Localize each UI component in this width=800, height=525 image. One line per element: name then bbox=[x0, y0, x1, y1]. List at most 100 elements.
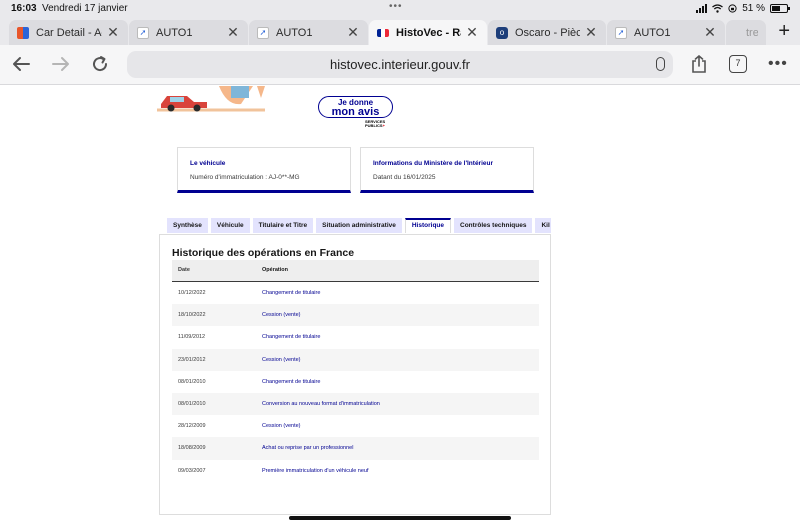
services-publics-logo: SERVICES PUBLICS+ bbox=[365, 119, 386, 128]
table-header: Date Opération bbox=[172, 260, 539, 282]
ministry-card-title: Informations du Ministère de l'Intérieur bbox=[373, 160, 494, 167]
wifi-icon bbox=[712, 4, 724, 13]
car-illustration bbox=[157, 86, 265, 113]
row-operation: Changement de titulaire bbox=[262, 378, 321, 385]
row-operation: Changement de titulaire bbox=[262, 290, 321, 296]
registration-number: Numéro d'immatriculation : AJ-0**-MG bbox=[190, 174, 300, 181]
table-row: 08/01/2010 Changement de titulaire bbox=[172, 371, 539, 393]
home-indicator[interactable] bbox=[289, 516, 511, 520]
flag-fr-icon bbox=[377, 28, 389, 37]
microphone-icon[interactable] bbox=[656, 57, 665, 71]
table-row: 11/09/2012 Changement de titulaire bbox=[172, 326, 539, 348]
history-title: Historique des opérations en France bbox=[172, 247, 355, 259]
tab-title: Oscaro - Pièce bbox=[515, 26, 580, 39]
browser-tab-oscaro[interactable]: o Oscaro - Pièce ✕ bbox=[488, 20, 606, 45]
forward-arrow-icon[interactable] bbox=[52, 56, 70, 72]
row-operation: Achat ou reprise par un professionnel bbox=[262, 445, 354, 452]
auto1-icon: ➚ bbox=[615, 26, 627, 39]
auto1-icon: ➚ bbox=[137, 26, 149, 39]
signal-icon bbox=[696, 4, 708, 13]
close-tab-icon[interactable]: ✕ bbox=[106, 24, 120, 41]
tab-title: AUTO1 bbox=[156, 26, 193, 39]
grid-icon bbox=[17, 26, 29, 39]
row-date: 08/01/2010 bbox=[178, 400, 206, 407]
row-date: 09/03/2007 bbox=[178, 467, 206, 474]
new-tab-button[interactable]: + bbox=[778, 20, 790, 42]
row-operation: Cession (vente) bbox=[262, 312, 301, 319]
tab-kilometrage[interactable]: Kil bbox=[535, 218, 551, 233]
close-tab-icon[interactable]: ✕ bbox=[465, 24, 479, 41]
browser-tab-bar: Car Detail - Ad ✕ ➚ AUTO1 ✕ ➚ AUTO1 ✕ Hi… bbox=[0, 17, 800, 45]
tab-title: AUTO1 bbox=[634, 26, 671, 39]
row-date: 28/12/2009 bbox=[178, 423, 206, 430]
share-icon[interactable] bbox=[691, 55, 707, 73]
status-indicators: 51 % bbox=[696, 3, 790, 14]
history-table: Date Opération 10/12/2022 Changement de t… bbox=[172, 260, 539, 482]
tab-controles-techniques[interactable]: Contrôles techniques bbox=[454, 218, 533, 233]
auto1-icon: ➚ bbox=[257, 26, 269, 39]
status-time: 16:03 bbox=[11, 3, 37, 14]
tab-title: tre a bbox=[746, 26, 758, 39]
tab-historique[interactable]: Historique bbox=[404, 218, 452, 233]
row-date: 18/10/2022 bbox=[178, 312, 206, 319]
close-tab-icon[interactable]: ✕ bbox=[226, 24, 240, 41]
ministry-info-card: Informations du Ministère de l'Intérieur… bbox=[360, 147, 534, 193]
feedback-line2: mon avis bbox=[331, 106, 380, 118]
battery-percent: 51 % bbox=[742, 3, 765, 14]
status-bar: 16:03 Vendredi 17 janvier ••• 51 % bbox=[0, 0, 800, 17]
address-bar[interactable]: histovec.interieur.gouv.fr bbox=[127, 51, 673, 78]
browser-tab-auto1[interactable]: ➚ AUTO1 ✕ bbox=[129, 20, 248, 45]
web-page: Je donne mon avis SERVICES PUBLICS+ Le vé… bbox=[0, 86, 800, 525]
table-row: 28/12/2009 Cession (vente) bbox=[172, 415, 539, 437]
vehicle-card-title: Le véhicule bbox=[190, 160, 226, 167]
browser-tab-car-detail[interactable]: Car Detail - Ad ✕ bbox=[9, 20, 128, 45]
row-operation: Première immatriculation d'un véhicule n… bbox=[262, 467, 369, 474]
row-date: 08/01/2010 bbox=[178, 378, 206, 385]
status-date: Vendredi 17 janvier bbox=[42, 3, 128, 14]
browser-tab-auto1[interactable]: ➚ AUTO1 ✕ bbox=[607, 20, 725, 45]
history-panel: Historique des opérations en France Date… bbox=[159, 234, 551, 515]
table-body: 10/12/2022 Changement de titulaire 18/10/… bbox=[172, 282, 539, 482]
browser-tab-histovec[interactable]: HistoVec - Rap ✕ bbox=[369, 20, 487, 45]
vehicle-card: Le véhicule Numéro d'immatriculation : A… bbox=[177, 147, 351, 193]
row-date: 10/12/2022 bbox=[178, 290, 206, 296]
reload-icon[interactable] bbox=[91, 55, 109, 73]
lock-rotation-icon bbox=[728, 4, 737, 13]
row-operation: Cession (vente) bbox=[262, 423, 301, 430]
row-operation: Changement de titulaire bbox=[262, 334, 321, 341]
browser-toolbar: histovec.interieur.gouv.fr 7 ••• bbox=[0, 45, 800, 85]
table-row: 10/12/2022 Changement de titulaire bbox=[172, 282, 539, 304]
column-header-date: Date bbox=[178, 267, 190, 273]
oscaro-icon: o bbox=[496, 26, 508, 39]
row-date: 18/08/2009 bbox=[178, 445, 206, 452]
tab-synthese[interactable]: Synthèse bbox=[167, 218, 208, 233]
back-arrow-icon[interactable] bbox=[12, 56, 30, 72]
tab-situation-administrative[interactable]: Situation administrative bbox=[316, 218, 402, 233]
tab-overview-button[interactable]: 7 bbox=[729, 55, 747, 73]
table-row: 09/03/2007 Première immatriculation d'un … bbox=[172, 460, 539, 482]
close-tab-icon[interactable]: ✕ bbox=[346, 24, 360, 41]
tab-vehicule[interactable]: Véhicule bbox=[210, 218, 250, 233]
browser-tab-auto1[interactable]: ➚ AUTO1 ✕ bbox=[249, 20, 368, 45]
report-tabs: Synthèse Véhicule Titulaire et Titre Sit… bbox=[167, 218, 551, 233]
battery-icon bbox=[770, 4, 790, 13]
row-operation: Conversion au nouveau format d'immatricu… bbox=[262, 400, 380, 407]
table-row: 18/08/2009 Achat ou reprise par un profes… bbox=[172, 437, 539, 460]
tab-titulaire[interactable]: Titulaire et Titre bbox=[252, 218, 314, 233]
tab-title: Car Detail - Ad bbox=[36, 26, 102, 39]
column-header-operation: Opération bbox=[262, 267, 288, 273]
multitask-dots-icon[interactable]: ••• bbox=[389, 1, 403, 12]
close-tab-icon[interactable]: ✕ bbox=[703, 24, 717, 41]
table-row: 18/10/2022 Cession (vente) bbox=[172, 304, 539, 327]
row-date: 11/09/2012 bbox=[178, 334, 206, 341]
row-date: 23/01/2012 bbox=[178, 356, 206, 363]
close-tab-icon[interactable]: ✕ bbox=[584, 24, 598, 41]
url-text: histovec.interieur.gouv.fr bbox=[330, 57, 470, 72]
table-row: 23/01/2012 Cession (vente) bbox=[172, 348, 539, 371]
feedback-button[interactable]: Je donne mon avis bbox=[318, 96, 393, 118]
browser-tab-partial[interactable]: tre a bbox=[726, 20, 766, 45]
tab-title: AUTO1 bbox=[276, 26, 313, 39]
table-row: 08/01/2010 Conversion au nouveau format d… bbox=[172, 392, 539, 416]
more-options-icon[interactable]: ••• bbox=[768, 54, 788, 74]
row-operation: Cession (vente) bbox=[262, 356, 301, 363]
